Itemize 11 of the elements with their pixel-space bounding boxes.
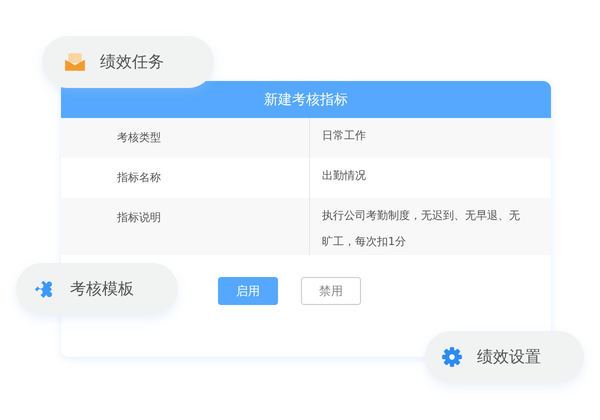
floating-tag[interactable]: 绩效任务 — [42, 36, 214, 88]
dialog-title: 新建考核指标 — [61, 81, 551, 118]
field-value: 执行公司考勤制度，无迟到、无早退、无旷工，每次扣1分 — [321, 208, 521, 250]
floating-tag[interactable]: 绩效设置 — [425, 331, 584, 383]
field-label: 指标说明 — [61, 198, 310, 255]
disable-button[interactable]: 禁用 — [301, 277, 361, 305]
field-value: 日常工作 — [321, 128, 367, 144]
floating-tag[interactable]: 考核模板 — [16, 263, 178, 315]
field-label: 考核类型 — [61, 118, 310, 158]
envelope-icon — [64, 51, 86, 73]
field-value: 出勤情况 — [321, 168, 367, 184]
